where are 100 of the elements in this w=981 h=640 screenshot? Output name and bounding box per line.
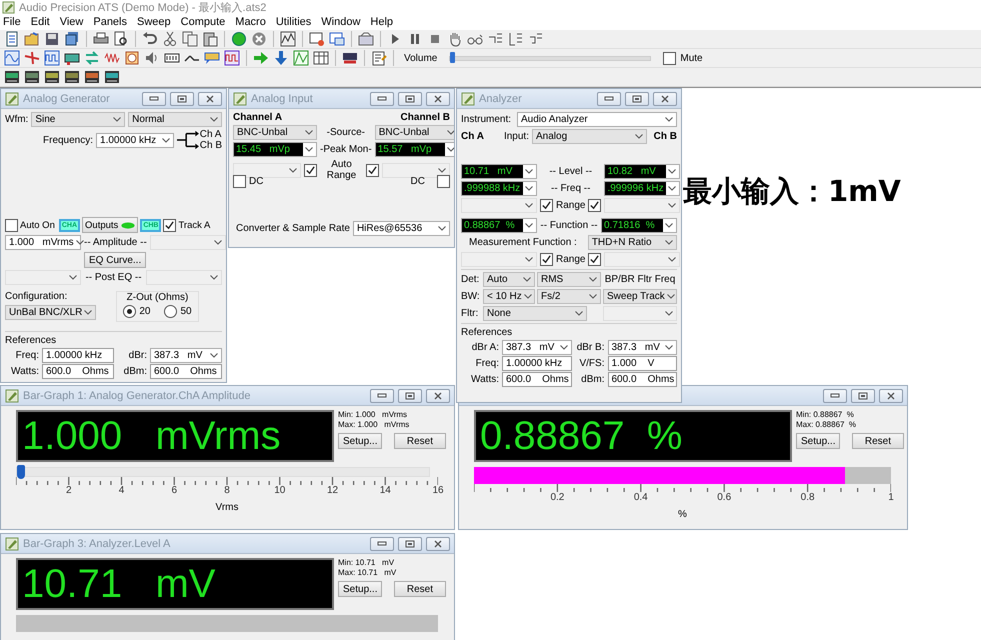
outputs-button[interactable]: Outputs [82,217,138,233]
reset-button[interactable]: Reset [852,433,904,449]
input-field[interactable]: 1.000 V [608,356,677,371]
minimize-button[interactable] [370,388,394,402]
radio-button[interactable] [123,305,136,318]
graph-icon[interactable] [280,31,296,47]
slider-track[interactable] [16,467,430,477]
waveform-icon[interactable] [4,50,20,66]
setup-button[interactable]: Setup... [796,433,840,449]
menu-item[interactable]: Help [370,16,394,28]
save-icon[interactable] [44,31,60,47]
menu-item[interactable]: Window [321,16,360,28]
restore-button[interactable] [851,388,875,402]
menu-item[interactable]: Macro [235,16,266,28]
close-button[interactable] [426,388,450,402]
minimize-button[interactable] [370,92,394,106]
dropdown[interactable]: UnBal BNC/XLR [5,305,96,320]
dropdown[interactable]: 1.000 mVrms [5,235,81,250]
dropdown[interactable]: HiRes@65536 [352,221,450,236]
info-icon[interactable] [124,50,140,66]
panel-icon[interactable] [64,69,80,85]
checkbox[interactable] [437,175,450,188]
dropdown[interactable]: Fs/2 [537,289,601,304]
input-field[interactable]: 600.0 Ohms [42,364,114,379]
menu-item[interactable]: Utilities [276,16,312,28]
checkbox[interactable] [588,199,602,212]
dropdown[interactable]: 387.3 mV [608,340,677,355]
level-readout[interactable]: 10.71 mV [461,164,537,179]
close-button[interactable] [198,92,222,106]
input-field[interactable]: 1.00000 kHz [42,348,114,363]
undo-icon[interactable] [142,31,158,47]
document-icon[interactable] [4,31,20,47]
input-field[interactable]: 600.0 Ohms [150,364,222,379]
panel-icon[interactable] [24,69,40,85]
window-icon[interactable] [329,31,345,47]
menu-item[interactable]: Compute [180,16,226,28]
level-readout[interactable]: 10.82 mV [604,164,680,179]
slider-thumb[interactable] [17,465,25,479]
chat-icon[interactable] [204,50,220,66]
scissors-icon[interactable] [162,31,178,47]
copy-icon[interactable] [182,31,198,47]
dropdown[interactable]: 387.3 mV [502,340,572,355]
dropdown[interactable]: Sweep Track [603,289,677,304]
dot-icon[interactable] [231,31,247,47]
checkbox[interactable] [304,164,317,176]
panel-icon[interactable] [44,69,60,85]
dropdown[interactable]: BNC-Unbal [233,125,317,140]
dropdown[interactable] [233,162,301,178]
level-readout[interactable]: 15.57 mVp [374,142,454,157]
dropdown[interactable]: BNC-Unbal [374,125,454,140]
checkbox[interactable] [163,218,176,232]
reset-button[interactable]: Reset [394,433,446,449]
right-arrow-icon[interactable] [253,50,269,66]
minimize-button[interactable] [142,92,166,106]
minimize-button[interactable] [823,388,847,402]
level-readout[interactable]: 15.45 mVp [233,142,317,157]
checkbox[interactable] [663,52,676,64]
menu-item[interactable]: Panels [93,16,127,28]
setup-button[interactable]: Setup... [338,433,382,449]
panel-icon[interactable] [104,69,120,85]
level-readout[interactable]: .999988 kHz [461,181,537,196]
step-icon[interactable] [507,31,523,47]
dropdown[interactable]: RMS [537,272,601,287]
table-icon[interactable] [313,50,329,66]
eq-curve-button[interactable]: EQ Curve... [84,252,146,268]
square-wave-icon[interactable] [44,50,60,66]
reset-button[interactable]: Reset [394,581,446,597]
checkbox[interactable] [366,164,379,176]
checkbox[interactable] [588,253,602,266]
pulse-icon[interactable] [224,50,240,66]
close-button[interactable] [426,536,450,550]
menu-item[interactable]: Edit [30,16,50,28]
dropdown[interactable] [382,162,450,178]
cancel-icon[interactable] [251,31,267,47]
setup-button[interactable]: Setup... [338,581,382,597]
dropdown[interactable]: < 10 Hz [483,289,535,304]
paste-icon[interactable] [202,31,218,47]
input-field[interactable]: 600.0 Ohms [608,372,677,387]
menu-item[interactable]: Sweep [137,16,171,28]
restore-button[interactable] [398,92,422,106]
minimize-button[interactable] [597,92,621,106]
panel-icon[interactable] [84,69,100,85]
slider-thumb[interactable] [450,52,456,62]
noise-icon[interactable] [104,50,120,66]
checkbox[interactable] [540,253,553,266]
restore-button[interactable] [398,388,422,402]
dropdown[interactable]: Analog [532,129,647,144]
save-all-icon[interactable] [64,31,80,47]
dropdown[interactable]: THD+N Ratio [588,235,677,250]
close-button[interactable] [653,92,677,106]
checkbox[interactable] [233,175,246,188]
menu-item[interactable]: File [3,16,21,28]
input-field[interactable]: 600.0 Ohms [502,372,572,387]
panel-icon[interactable] [4,69,20,85]
level-readout[interactable]: 0.88867 % [461,218,537,233]
checkbox[interactable] [5,218,18,232]
dropdown[interactable]: Auto [483,272,535,287]
restore-button[interactable] [170,92,194,106]
level-readout[interactable]: .999996 kHz [604,181,680,196]
level-readout[interactable]: 0.71816 % [601,218,677,233]
